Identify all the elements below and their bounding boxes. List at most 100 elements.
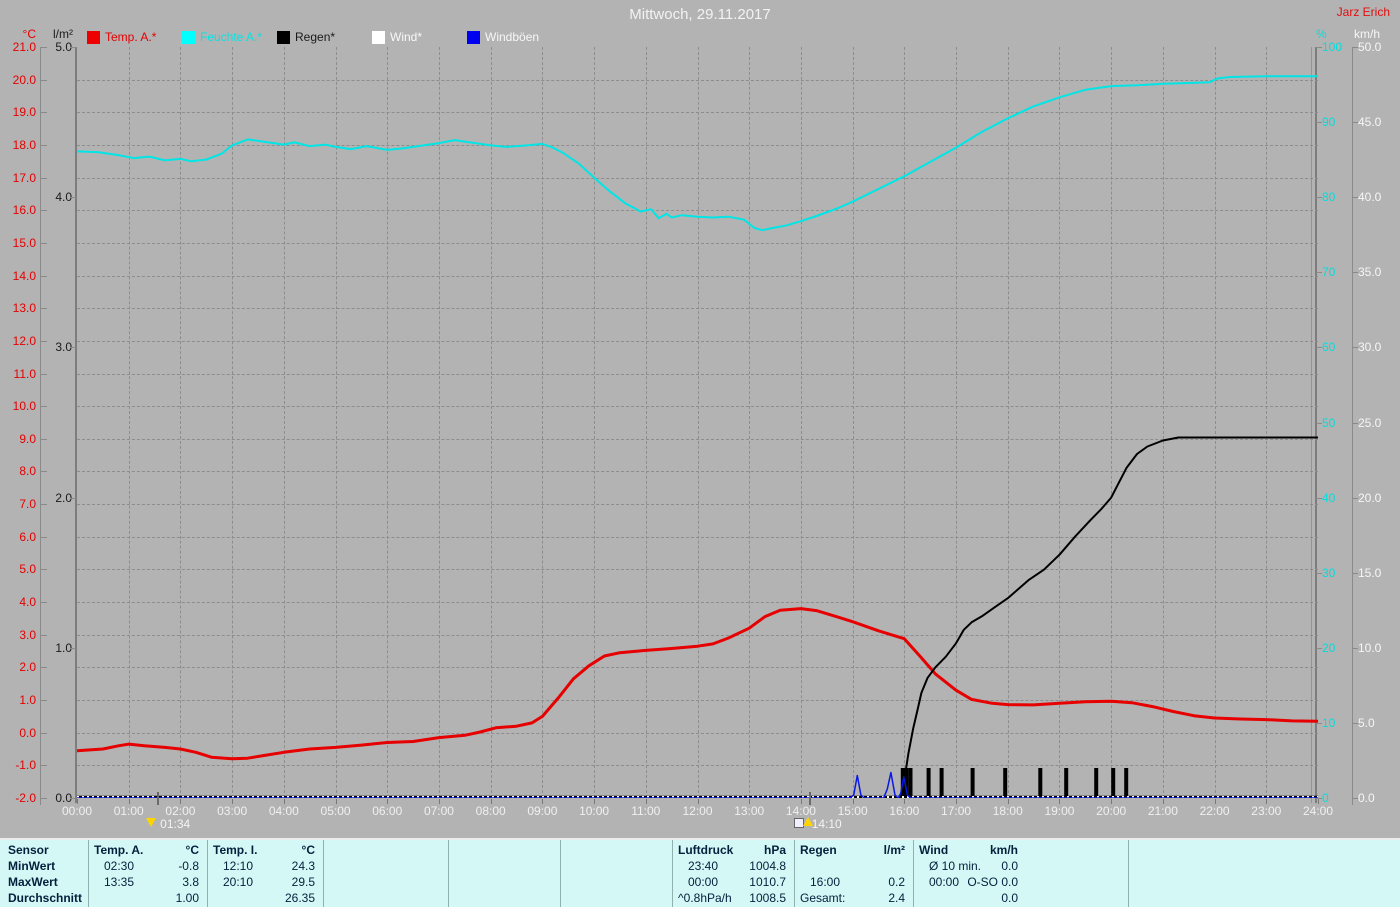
- x-axis-label: 21:00: [1147, 804, 1178, 818]
- x-axis-tick: [128, 799, 130, 804]
- y-axis-label-temp: 16.0: [12, 203, 36, 218]
- y-axis-tick-temp: [41, 144, 47, 146]
- y-axis-label-wind: 40.0: [1358, 190, 1382, 205]
- table-cell-value: 2.4: [888, 891, 905, 905]
- x-axis-tick: [77, 799, 78, 804]
- y-axis-label-temp: -1.0: [15, 758, 36, 773]
- x-axis-tick: [800, 799, 802, 804]
- x-axis-label: 24:00: [1302, 804, 1334, 818]
- y-axis-label-temp: 0.0: [19, 725, 36, 740]
- y-axis-label-rain: 5.0: [55, 40, 72, 54]
- y-axis-label-humidity: 100: [1322, 40, 1343, 54]
- y-axis-label-wind: 25.0: [1358, 415, 1382, 430]
- legend-item-label: Feuchte A.*: [200, 30, 263, 44]
- y-axis-label-rain: 1.0: [55, 640, 72, 655]
- x-axis-tick: [438, 799, 440, 804]
- rain-event-bar: [939, 768, 944, 796]
- y-axis-label-wind: 20.0: [1358, 490, 1382, 505]
- y-axis-tick-temp: [41, 242, 47, 244]
- y-axis-label-wind: 50.0: [1358, 40, 1382, 54]
- gust-curve: [77, 771, 1318, 798]
- y-axis-label-temp: 11.0: [13, 366, 36, 381]
- x-axis-label: 11:00: [631, 804, 661, 818]
- table-row-header: MaxWert: [8, 875, 58, 889]
- x-axis-tick: [387, 799, 389, 804]
- y-axis-tick-rain: [70, 647, 76, 649]
- plot-area: [77, 47, 1318, 798]
- y-axis-tick-wind: [1352, 798, 1358, 799]
- legend-item-label: Wind*: [390, 30, 423, 44]
- x-axis-tick: [490, 799, 492, 804]
- legend-swatch-icon: [277, 31, 290, 44]
- rain-event-bar: [970, 768, 975, 796]
- stats-table: Sensor MinWert MaxWert Durchschnitt Temp. A.…: [0, 838, 1400, 907]
- y-axis-tick-wind: [1352, 347, 1358, 349]
- table-cell-value: 1008.5: [749, 891, 786, 905]
- y-axis-label-wind: 5.0: [1358, 715, 1375, 730]
- marker-sun-icon: [146, 818, 157, 827]
- x-axis-label: 16:00: [889, 804, 920, 818]
- table-divider: [448, 840, 449, 907]
- y-axis-label-wind: 15.0: [1358, 565, 1382, 580]
- table-cell-value: -0.8: [178, 859, 199, 873]
- y-axis-tick-temp: [41, 177, 47, 179]
- rain-event-bar: [1111, 768, 1116, 796]
- y-axis-tick-temp: [41, 732, 47, 734]
- y-axis-label-temp: 14.0: [12, 268, 36, 283]
- x-axis-tick: [645, 799, 647, 804]
- table-row-header: Sensor: [8, 843, 49, 857]
- y-axis-tick-humidity: [1316, 122, 1322, 124]
- table-divider: [672, 840, 673, 907]
- y-axis-tick-temp: [41, 765, 47, 767]
- y-axis-tick-wind: [1352, 422, 1358, 424]
- y-axis-tick-wind: [1352, 647, 1358, 649]
- y-axis-tick-wind: [1352, 572, 1358, 574]
- y-axis-label-temp: 2.0: [19, 660, 36, 675]
- rain-event-bar: [926, 768, 931, 796]
- legend-swatch-icon: [467, 31, 480, 44]
- y-axis-tick-rain: [70, 347, 76, 349]
- y-axis-tick-humidity: [1316, 572, 1322, 574]
- x-axis-label: 00:00: [61, 804, 93, 818]
- x-axis-label: 15:00: [837, 804, 868, 818]
- y-axis-tick-wind: [1352, 722, 1358, 724]
- x-axis-tick: [1059, 799, 1061, 804]
- y-axis-tick-temp: [41, 373, 47, 375]
- y-axis-label-temp: 5.0: [19, 562, 36, 577]
- x-axis-tick: [904, 799, 906, 804]
- table-divider: [323, 840, 324, 907]
- y-axis-label-humidity: 20: [1322, 640, 1336, 655]
- marker-tick: [808, 792, 811, 805]
- legend-swatch-icon: [372, 31, 385, 44]
- y-axis-label-humidity: 10: [1322, 715, 1336, 730]
- table-cell-value: 1.00: [175, 891, 199, 905]
- y-axis-tick-temp: [41, 79, 47, 81]
- y-axis-tick-rain: [70, 798, 76, 799]
- x-axis-tick: [1162, 799, 1164, 804]
- x-axis-label: 02:00: [165, 804, 196, 818]
- rain-event-bar: [1064, 768, 1069, 796]
- y-axis-label-temp: 12.0: [12, 333, 36, 348]
- y-axis-label-temp: 6.0: [19, 529, 36, 544]
- y-axis-tick-humidity: [1316, 47, 1322, 48]
- x-axis-tick: [232, 799, 234, 804]
- x-axis-tick: [956, 799, 958, 804]
- unit-label-wind: km/h: [1354, 27, 1381, 41]
- rain-event-bar: [1094, 768, 1099, 796]
- x-axis-tick: [697, 799, 699, 804]
- table-cell-value: 29.5: [291, 875, 315, 889]
- x-axis-label: 10:00: [579, 804, 610, 818]
- rain-event-bar: [1038, 768, 1043, 796]
- table-section-unit: km/h: [989, 843, 1018, 857]
- table-cell-value: 24.3: [291, 859, 315, 873]
- marker-label: 01:34: [160, 817, 191, 831]
- rain-event-bar: [1124, 768, 1129, 796]
- x-axis-tick: [335, 799, 337, 804]
- y-axis-label-wind: 45.0: [1358, 115, 1382, 130]
- rain-event-bar: [1003, 768, 1008, 796]
- x-axis-tick: [1007, 799, 1009, 804]
- y-axis-tick-wind: [1352, 47, 1358, 48]
- table-divider: [207, 840, 208, 907]
- y-axis-tick-temp: [41, 308, 47, 310]
- y-axis-tick-humidity: [1316, 347, 1322, 349]
